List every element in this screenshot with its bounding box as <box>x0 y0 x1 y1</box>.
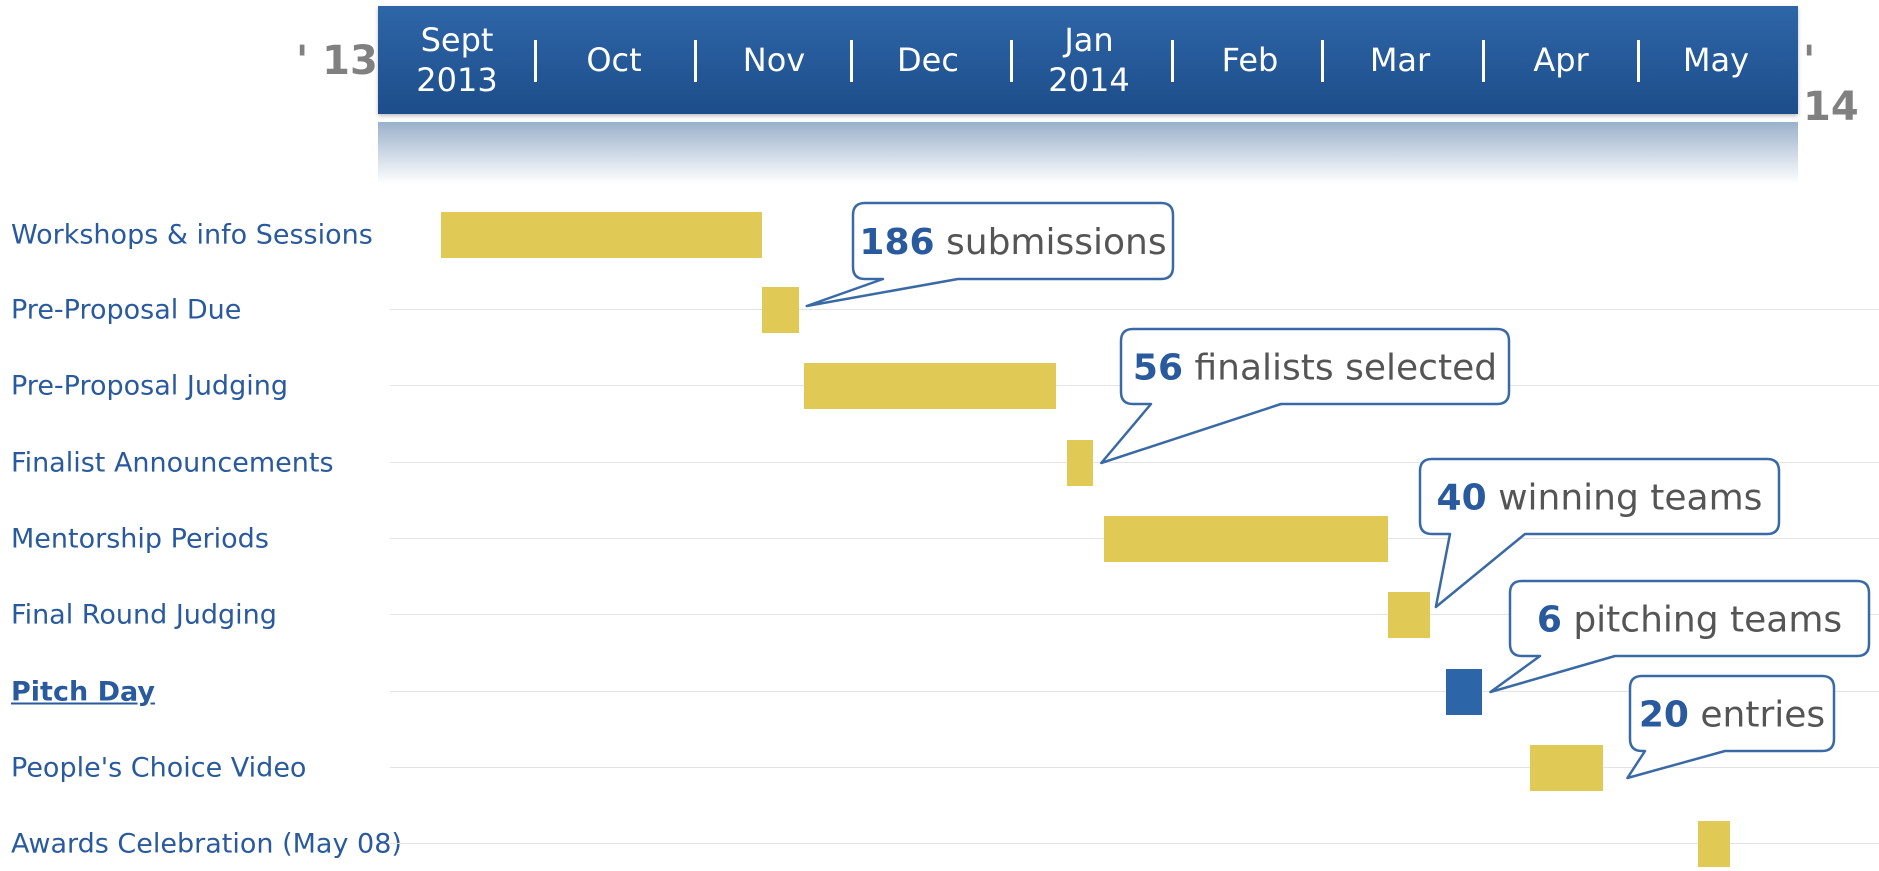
callout-number: 186 <box>859 222 934 263</box>
callout-text: entries <box>1689 695 1825 736</box>
callout-number: 56 <box>1133 348 1183 389</box>
callout-number: 20 <box>1639 695 1689 736</box>
callout-label: 40 winning teams <box>1437 478 1763 519</box>
callout-label: 186 submissions <box>859 222 1166 263</box>
callout-text: pitching teams <box>1562 600 1842 641</box>
callouts: 186 submissions 56 finalists selected 40 w… <box>805 201 1871 780</box>
callout-text: finalists selected <box>1183 348 1497 389</box>
callout-number: 6 <box>1537 600 1562 641</box>
callout-label: 6 pitching teams <box>1537 600 1842 641</box>
callout: 56 finalists selected <box>1100 327 1511 465</box>
callout: 186 submissions <box>805 201 1175 308</box>
callout-label: 20 entries <box>1639 695 1825 736</box>
callout-text: submissions <box>935 222 1167 263</box>
gantt-chart: ' 13 ' 14 Sept 2013 Oct Nov Dec Jan 2014 Feb Mar… <box>0 0 1879 871</box>
callout: 20 entries <box>1626 674 1836 780</box>
callout-label: 56 finalists selected <box>1133 348 1497 389</box>
callout-text: winning teams <box>1487 478 1763 519</box>
callout-number: 40 <box>1437 478 1487 519</box>
